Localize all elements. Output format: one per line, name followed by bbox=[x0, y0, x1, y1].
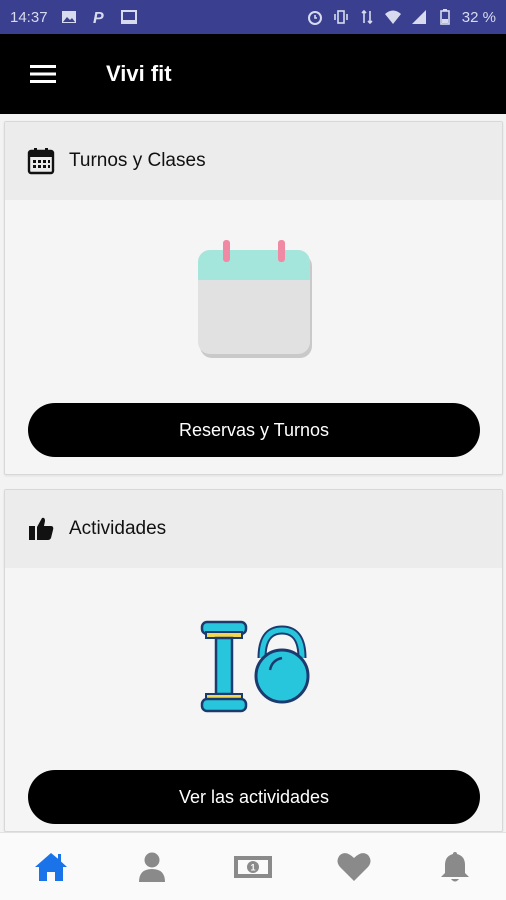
reservas-turnos-button[interactable]: Reservas y Turnos bbox=[28, 403, 480, 457]
bell-icon bbox=[441, 851, 470, 881]
monitor-notification-icon bbox=[120, 8, 138, 26]
wifi-icon bbox=[384, 8, 402, 26]
signal-icon bbox=[410, 8, 428, 26]
battery-icon bbox=[436, 8, 454, 26]
svg-text:P: P bbox=[93, 10, 104, 26]
data-arrows-icon bbox=[358, 8, 376, 26]
turnos-card: Turnos y Clases Reservas y Turnos bbox=[4, 121, 503, 475]
ver-actividades-button[interactable]: Ver las actividades bbox=[28, 770, 480, 824]
status-bar: 14:37 P 32 % bbox=[0, 0, 506, 34]
vibrate-icon bbox=[332, 8, 350, 26]
nav-home[interactable] bbox=[21, 837, 81, 897]
turnos-illustration bbox=[5, 200, 502, 400]
hamburger-icon bbox=[30, 65, 56, 83]
money-icon: 1 bbox=[233, 855, 272, 878]
app-bar: Vivi fit bbox=[0, 34, 506, 114]
image-notification-icon bbox=[60, 8, 78, 26]
app-title: Vivi fit bbox=[106, 61, 172, 86]
actividades-card: Actividades Ver las actividades bbox=[4, 489, 503, 832]
nav-profile[interactable] bbox=[122, 837, 182, 897]
heart-icon bbox=[337, 852, 371, 881]
nav-notifications[interactable] bbox=[425, 837, 485, 897]
bottom-navigation: 1 bbox=[0, 832, 506, 900]
alarm-icon bbox=[306, 8, 324, 26]
actividades-card-title: Actividades bbox=[69, 518, 167, 539]
home-icon bbox=[34, 852, 67, 881]
status-time: 14:37 bbox=[10, 8, 48, 26]
battery-percent: 32 % bbox=[461, 8, 496, 26]
actividades-card-header: Actividades bbox=[5, 490, 502, 568]
actividades-illustration bbox=[5, 568, 502, 766]
svg-text:1: 1 bbox=[250, 862, 255, 872]
p-notification-icon: P bbox=[90, 8, 108, 26]
calendar-illustration-icon bbox=[197, 240, 312, 358]
turnos-card-header: Turnos y Clases bbox=[5, 122, 502, 200]
thumbs-up-icon bbox=[27, 515, 55, 543]
profile-icon bbox=[138, 852, 165, 882]
dumbbell-kettlebell-icon bbox=[200, 620, 309, 713]
nav-payments[interactable]: 1 bbox=[223, 837, 283, 897]
calendar-icon bbox=[27, 147, 55, 175]
turnos-card-title: Turnos y Clases bbox=[69, 150, 206, 171]
hamburger-menu-button[interactable] bbox=[0, 34, 86, 114]
nav-favorites[interactable] bbox=[324, 837, 384, 897]
